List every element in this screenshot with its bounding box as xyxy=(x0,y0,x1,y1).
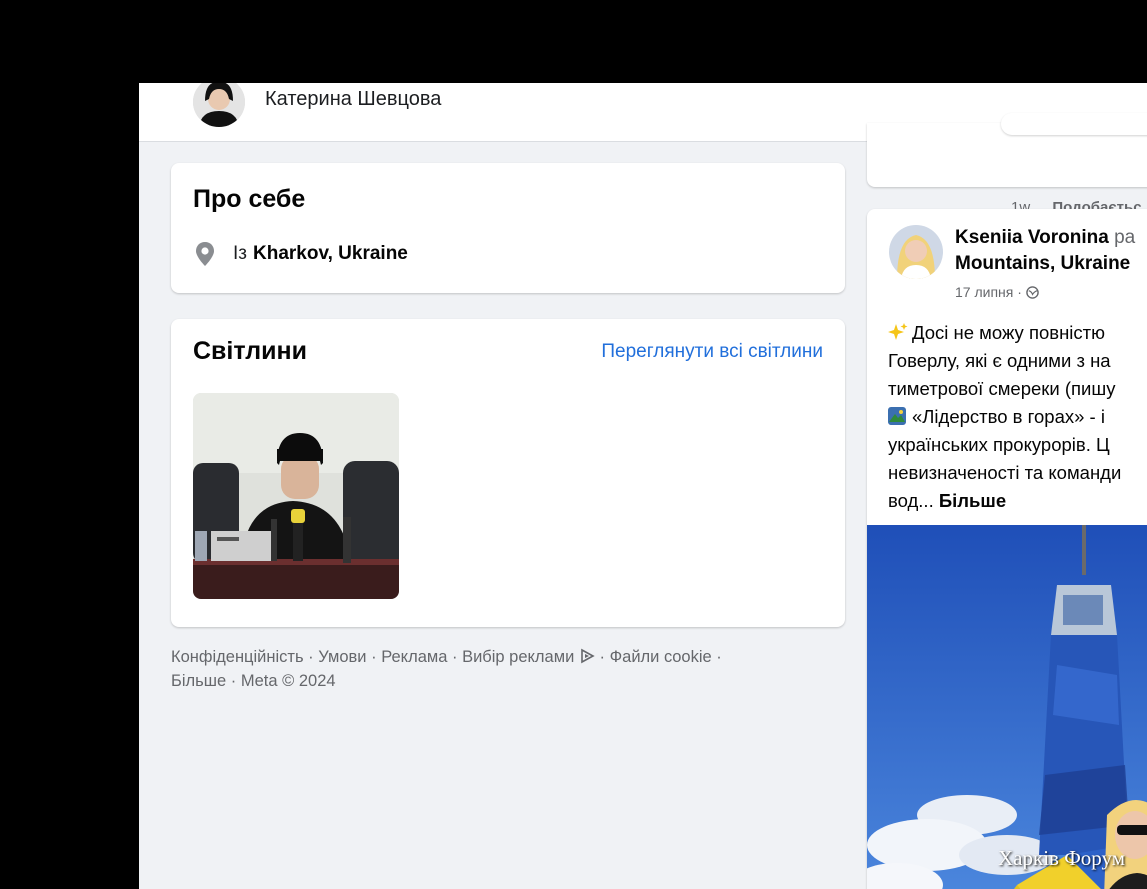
photos-title: Світлини xyxy=(193,337,308,365)
post-text-line: вод... Більше xyxy=(888,487,1147,515)
post-text-line: невизначеності та команди xyxy=(888,462,1122,483)
post-text-line: Говерлу, які є одними з на xyxy=(888,350,1111,371)
see-all-photos-link[interactable]: Переглянути всі світлини xyxy=(601,341,823,363)
footer-link-privacy[interactable]: Конфіденційність xyxy=(171,648,304,666)
post-text-line-0: Досі не можу повністю xyxy=(912,322,1106,343)
see-more-link[interactable]: Більше xyxy=(939,490,1006,511)
post-text-line-3: «Лідерство в горах» - і xyxy=(912,406,1105,427)
post-text: Досі не можу повністю Говерлу, які є одн… xyxy=(888,319,1147,515)
facebook-viewport: Катерина Шевцова Про себе Із Kharkov, Uk… xyxy=(139,83,1147,889)
footer-separator: · xyxy=(230,672,237,690)
ad-choices-icon xyxy=(581,648,595,664)
location-prefix: Із xyxy=(233,243,247,264)
post-date[interactable]: 17 липня · xyxy=(955,284,1022,300)
footer-separator: · xyxy=(716,648,722,666)
post-author-line: Kseniia Voronina ра xyxy=(955,227,1135,249)
footer-link-advertising[interactable]: Реклама xyxy=(381,648,447,666)
post-text-line: «Лідерство в горах» - і xyxy=(888,403,1147,431)
comment-bubble xyxy=(1001,113,1147,135)
post-text-line: Досі не можу повністю xyxy=(888,319,1147,347)
mountain-icon xyxy=(888,407,906,425)
post-photo[interactable] xyxy=(867,525,1147,889)
footer-link-ad-choices[interactable]: Вибір реклами xyxy=(462,648,574,666)
post-author-suffix: ра xyxy=(1114,227,1136,248)
footer-link-cookies[interactable]: Файли cookie xyxy=(610,648,712,666)
location-link[interactable]: Kharkov, Ukraine xyxy=(253,243,408,265)
footer-link-more[interactable]: Більше xyxy=(171,672,226,690)
footer-links: Конфіденційність · Умови · Реклама · Виб… xyxy=(171,645,831,693)
about-card: Про себе Із Kharkov, Ukraine xyxy=(171,163,845,293)
post-author-name[interactable]: Kseniia Voronina xyxy=(955,227,1109,248)
sparkles-icon xyxy=(888,323,908,340)
footer-copyright: Meta © 2024 xyxy=(240,672,336,690)
post-location-link[interactable]: Mountains, Ukraine xyxy=(955,253,1130,275)
footer-separator: · xyxy=(451,648,458,666)
photo-thumbnail[interactable] xyxy=(193,393,399,599)
watermark-text: Харків Форум xyxy=(998,846,1126,870)
footer-link-terms[interactable]: Умови xyxy=(318,648,366,666)
footer-separator: · xyxy=(371,648,377,666)
footer-separator: · xyxy=(308,648,314,666)
previous-post-card: 1w Подобаєтьс xyxy=(867,113,1147,216)
post-text-last-line: вод... xyxy=(888,490,934,511)
profile-avatar[interactable] xyxy=(193,83,245,127)
photos-card: Світлини Переглянути всі світлини xyxy=(171,319,845,627)
footer-separator: · xyxy=(599,648,606,666)
globe-icon xyxy=(1026,285,1039,299)
post-author-avatar[interactable] xyxy=(889,225,943,279)
about-title: Про себе xyxy=(193,185,306,213)
post-text-line: українських прокурорів. Ц xyxy=(888,434,1110,455)
post-card: Kseniia Voronina ра Mountains, Ukraine 1… xyxy=(867,209,1147,889)
location-pin-icon xyxy=(196,242,214,266)
post-date-row: 17 липня · xyxy=(955,284,1039,300)
profile-name[interactable]: Катерина Шевцова xyxy=(265,88,441,111)
post-text-line: тиметрової смереки (пишу xyxy=(888,378,1116,399)
location-row: Із Kharkov, Ukraine xyxy=(193,241,408,267)
